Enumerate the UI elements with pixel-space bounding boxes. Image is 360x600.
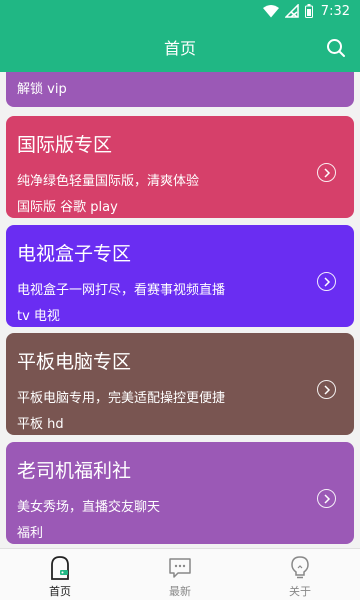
nav-label: 最新 <box>169 585 191 598</box>
card-desc: 纯净绿色轻量国际版，清爽体验 <box>17 174 200 189</box>
home-icon <box>47 555 73 581</box>
no-signal-icon <box>284 4 299 18</box>
wifi-icon <box>262 4 279 18</box>
card-tags: 福利 <box>17 526 44 541</box>
category-card-tablet[interactable]: 平板电脑专区 平板电脑专用，完美适配操控更便捷 平板 hd <box>6 333 354 435</box>
status-time: 7:32 <box>320 3 350 19</box>
title-bar: 首页 <box>0 22 360 72</box>
category-card-international[interactable]: 国际版专区 纯净绿色轻量国际版，清爽体验 国际版 谷歌 play <box>6 116 354 218</box>
chat-icon <box>167 555 193 581</box>
category-list[interactable]: 解锁 vip 国际版专区 纯净绿色轻量国际版，清爽体验 国际版 谷歌 play … <box>0 72 360 548</box>
lightbulb-icon <box>287 555 313 581</box>
card-desc: 美女秀场，直播交友聊天 <box>17 500 161 515</box>
category-card-tv-box[interactable]: 电视盒子专区 电视盒子一网打尽，看赛事视频直播 tv 电视 <box>6 225 354 327</box>
card-desc: 平板电脑专用，完美适配操控更便捷 <box>17 391 226 406</box>
card-title: 平板电脑专区 <box>17 351 132 373</box>
chevron-right-icon <box>317 489 336 508</box>
search-button[interactable] <box>324 36 348 60</box>
card-tags: 平板 hd <box>17 417 64 432</box>
status-bar: 7:32 <box>0 0 360 22</box>
card-title: 国际版专区 <box>17 134 113 156</box>
nav-label: 关于 <box>289 585 311 598</box>
nav-label: 首页 <box>49 585 71 598</box>
nav-tab-latest[interactable]: 最新 <box>120 549 240 600</box>
card-title: 电视盒子专区 <box>17 243 132 265</box>
nav-tab-home[interactable]: 首页 <box>0 549 120 600</box>
search-icon <box>327 39 345 57</box>
chevron-right-icon <box>317 272 336 291</box>
chevron-right-icon <box>317 163 336 182</box>
chevron-right-icon <box>317 380 336 399</box>
card-desc: 电视盒子一网打尽，看赛事视频直播 <box>17 283 226 298</box>
nav-tab-about[interactable]: 关于 <box>240 549 360 600</box>
category-card-vip[interactable]: 解锁 vip <box>6 72 354 107</box>
card-tags: 国际版 谷歌 play <box>17 200 118 215</box>
bottom-nav: 首页 最新 关于 <box>0 548 360 600</box>
app-header: 7:32 首页 <box>0 0 360 72</box>
card-tags: tv 电视 <box>17 309 60 324</box>
page-title: 首页 <box>163 39 196 58</box>
card-tags: 解锁 vip <box>17 82 67 97</box>
card-title: 老司机福利社 <box>17 460 132 482</box>
category-card-welfare[interactable]: 老司机福利社 美女秀场，直播交友聊天 福利 <box>6 442 354 544</box>
battery-icon <box>304 4 313 18</box>
